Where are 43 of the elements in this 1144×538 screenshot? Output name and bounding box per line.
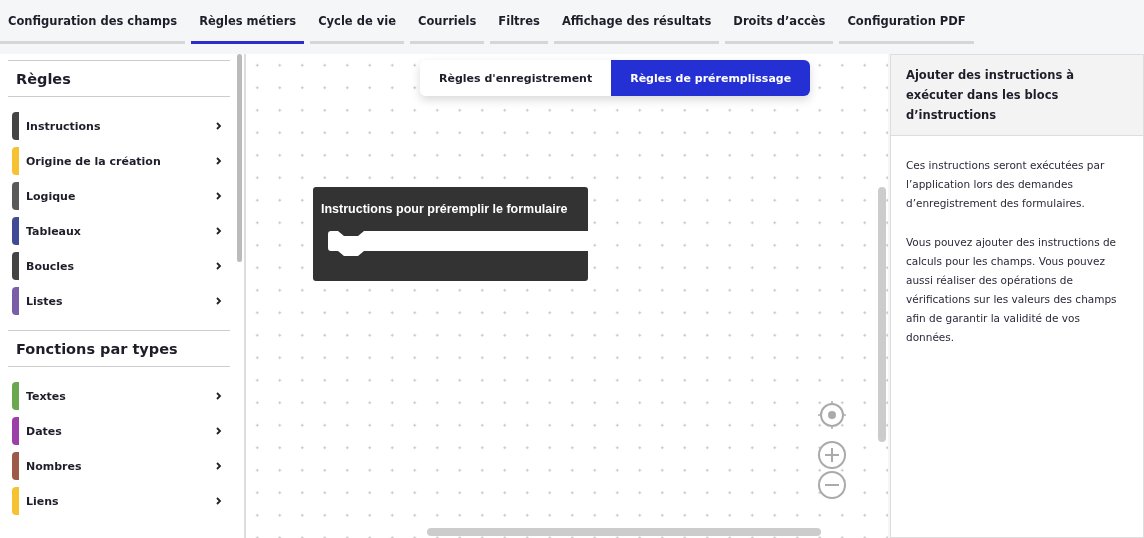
instruction-block[interactable]: Instructions pour préremplir le formulaire xyxy=(313,187,588,281)
help-paragraph: Vous pouvez ajouter des instructions de calculs pour les champs. Vous pouvez aussi réaliser des opérations de vérifications sur les valeurs des champs afin de garantir la validité de vos données. xyxy=(906,235,1118,345)
tab[interactable]: Courriels xyxy=(409,0,485,44)
section-title: Fonctions par types xyxy=(8,330,230,367)
tab[interactable]: Configuration PDF xyxy=(839,0,974,44)
category-item[interactable]: Tableaux xyxy=(26,224,209,238)
category-item[interactable]: Origine de la création xyxy=(26,154,209,168)
chevron-right-icon xyxy=(216,262,222,270)
chevron-right-icon xyxy=(216,227,222,235)
chevron-right-icon xyxy=(216,497,222,505)
category-item[interactable]: Liens xyxy=(26,494,209,508)
help-paragraph: Ces instructions seront exécutées par l’application lors des demandes d’enregistrement des formulaires. xyxy=(906,158,1106,211)
chevron-right-icon xyxy=(216,122,222,130)
chevron-right-icon xyxy=(216,427,222,435)
tab[interactable]: Configuration des champs xyxy=(0,0,186,44)
category-item[interactable]: Nombres xyxy=(26,459,209,473)
chevron-right-icon xyxy=(216,392,222,400)
help-title: Ajouter des instructions à exécuter dans les blocs d’instructions xyxy=(891,55,1143,136)
tab[interactable]: Filtres xyxy=(490,0,548,44)
chevron-right-icon xyxy=(216,157,222,165)
category-item[interactable]: Textes xyxy=(26,389,209,403)
category-item[interactable]: Boucles xyxy=(26,259,209,273)
chevron-right-icon xyxy=(216,192,222,200)
recenter-icon[interactable] xyxy=(817,400,847,430)
block-title: Instructions pour préremplir le formulaire xyxy=(321,202,568,216)
mode-button[interactable]: Règles d'enregistrement xyxy=(420,60,612,96)
tab[interactable]: Affichage des résultats xyxy=(553,0,720,44)
tab[interactable]: Cycle de vie xyxy=(310,0,404,44)
chevron-right-icon xyxy=(216,462,222,470)
category-item[interactable]: Dates xyxy=(26,424,209,438)
category-item[interactable]: Logique xyxy=(26,189,209,203)
tab[interactable]: Règles métiers xyxy=(191,0,305,44)
zoom-out-icon[interactable] xyxy=(817,470,847,500)
scrollbar[interactable] xyxy=(237,54,242,262)
zoom-in-icon[interactable] xyxy=(817,440,847,470)
category-item[interactable]: Listes xyxy=(26,294,209,308)
chevron-right-icon xyxy=(216,297,222,305)
section-title: Règles xyxy=(8,60,230,97)
tab[interactable]: Droits d’accès xyxy=(725,0,834,44)
category-item[interactable]: Instructions xyxy=(26,119,209,133)
scrollbar[interactable] xyxy=(878,187,886,442)
mode-button[interactable]: Règles de préremplissage xyxy=(611,60,811,96)
scrollbar[interactable] xyxy=(427,528,821,536)
